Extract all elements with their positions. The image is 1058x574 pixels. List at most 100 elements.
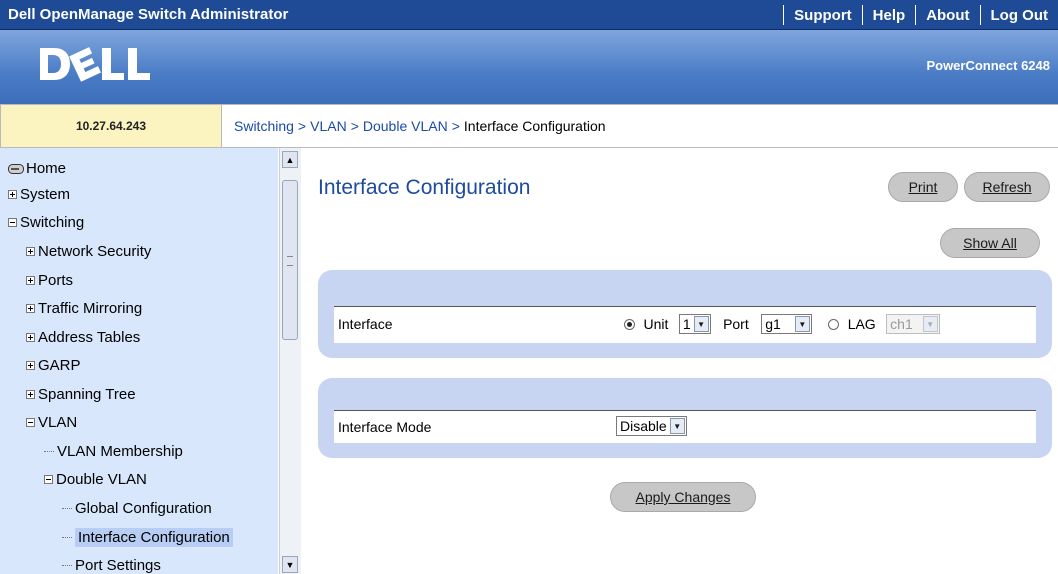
- breadcrumb-separator: >: [350, 118, 359, 134]
- lag-select[interactable]: ch1 ▼: [886, 314, 940, 334]
- collapse-icon[interactable]: [44, 475, 53, 484]
- scroll-up-button[interactable]: ▲: [282, 151, 298, 168]
- tree-item-switching[interactable]: Switching: [8, 214, 84, 231]
- chevron-down-icon: ▼: [922, 316, 938, 332]
- about-link[interactable]: About: [916, 7, 979, 24]
- tree-label: Port Settings: [75, 557, 161, 574]
- tree-item-vlan-membership[interactable]: VLAN Membership: [44, 443, 183, 460]
- breadcrumb-double-vlan[interactable]: Double VLAN: [363, 118, 448, 134]
- tree-line: [62, 537, 72, 538]
- support-link[interactable]: Support: [784, 7, 862, 24]
- port-select[interactable]: g1 ▼: [761, 314, 812, 334]
- chevron-up-icon: ▲: [285, 154, 295, 165]
- tree-label: System: [20, 186, 71, 203]
- print-button[interactable]: Print: [888, 172, 958, 202]
- scroll-thumb[interactable]: [282, 180, 298, 340]
- breadcrumb-separator: >: [297, 118, 307, 134]
- help-link[interactable]: Help: [863, 7, 916, 24]
- breadcrumb-switching[interactable]: Switching: [234, 118, 294, 134]
- tree-item-network-security[interactable]: Network Security: [26, 243, 151, 260]
- collapse-icon[interactable]: [26, 418, 35, 427]
- breadcrumb-current: Interface Configuration: [463, 118, 606, 134]
- tree-label: Switching: [20, 214, 85, 231]
- tree-label: VLAN Membership: [57, 443, 183, 460]
- chevron-down-icon: ▼: [693, 316, 709, 332]
- tree-label: Home: [26, 160, 67, 177]
- dell-logo: [40, 47, 150, 82]
- tree-item-home[interactable]: Home: [8, 160, 66, 177]
- lag-select-value: ch1: [890, 316, 913, 332]
- tree-item-port-settings[interactable]: Port Settings: [62, 557, 161, 574]
- tree-label-selected: Interface Configuration: [75, 528, 233, 547]
- drive-icon: [8, 163, 24, 174]
- port-label: Port: [723, 316, 749, 332]
- main-content: Interface Configuration Print Refresh Sh…: [302, 148, 1058, 574]
- expand-icon[interactable]: [8, 190, 17, 199]
- tree-item-ports[interactable]: Ports: [26, 272, 73, 289]
- port-select-value: g1: [765, 316, 781, 332]
- tree-item-interface-configuration[interactable]: Interface Configuration: [62, 528, 233, 547]
- expand-icon[interactable]: [26, 361, 35, 370]
- interface-mode-value: Disable: [620, 418, 667, 434]
- device-ip: 10.27.64.243: [0, 104, 222, 148]
- expand-icon[interactable]: [26, 304, 35, 313]
- tree-label: Traffic Mirroring: [38, 300, 143, 317]
- top-bar: Dell OpenManage Switch Administrator Sup…: [0, 0, 1058, 30]
- interface-label: Interface: [338, 316, 393, 332]
- breadcrumb-vlan[interactable]: VLAN: [310, 118, 347, 134]
- brand-bar: PowerConnect 6248: [0, 30, 1058, 104]
- expand-icon[interactable]: [26, 276, 35, 285]
- tree-item-traffic-mirroring[interactable]: Traffic Mirroring: [26, 300, 142, 317]
- tree-label: Global Configuration: [75, 500, 212, 517]
- unit-select-value: 1: [682, 316, 691, 332]
- chevron-down-icon: ▼: [669, 418, 685, 434]
- page-title: Interface Configuration: [318, 176, 531, 199]
- apply-changes-button[interactable]: Apply Changes: [610, 482, 756, 512]
- tree-line: [62, 565, 72, 566]
- app-title: Dell OpenManage Switch Administrator: [8, 6, 289, 23]
- interface-mode-row: Interface Mode Disable ▼: [334, 410, 1036, 443]
- tree-item-garp[interactable]: GARP: [26, 357, 81, 374]
- interface-mode-label: Interface Mode: [338, 419, 432, 435]
- tree-line: [62, 508, 72, 509]
- tree-label: VLAN: [38, 414, 78, 431]
- tree-label: Ports: [38, 272, 74, 289]
- tree-label: Spanning Tree: [38, 386, 136, 403]
- interface-row: Interface Unit 1 ▼ Port g1 ▼ LAG ch1 ▼: [334, 306, 1036, 343]
- tree-item-global-configuration[interactable]: Global Configuration: [62, 500, 212, 517]
- grip-icon: [287, 256, 293, 266]
- top-links: Support Help About Log Out: [783, 0, 1058, 30]
- interface-mode-select[interactable]: Disable ▼: [616, 416, 687, 436]
- interface-mode-panel: Interface Mode Disable ▼: [318, 378, 1052, 458]
- unit-radio[interactable]: [624, 318, 635, 330]
- tree-label: Double VLAN: [56, 471, 147, 488]
- breadcrumb-separator: >: [451, 118, 460, 134]
- lag-label: LAG: [847, 316, 876, 332]
- tree-item-system[interactable]: System: [8, 186, 70, 203]
- interface-panel: Interface Unit 1 ▼ Port g1 ▼ LAG ch1 ▼: [318, 270, 1052, 358]
- model-name: PowerConnect 6248: [926, 58, 1050, 73]
- refresh-button[interactable]: Refresh: [964, 172, 1050, 202]
- tree-item-vlan[interactable]: VLAN: [26, 414, 77, 431]
- tree-item-spanning-tree[interactable]: Spanning Tree: [26, 386, 136, 403]
- logout-link[interactable]: Log Out: [981, 7, 1058, 24]
- show-all-button[interactable]: Show All: [940, 228, 1040, 258]
- tree-label: Network Security: [38, 243, 152, 260]
- tree-label: GARP: [38, 357, 81, 374]
- breadcrumb: Switching > VLAN > Double VLAN > Interfa…: [222, 104, 1058, 148]
- unit-select[interactable]: 1 ▼: [678, 314, 711, 334]
- expand-icon[interactable]: [26, 247, 35, 256]
- tree-line: [44, 451, 54, 452]
- unit-label: Unit: [643, 316, 669, 332]
- scroll-down-button[interactable]: ▼: [282, 556, 298, 573]
- tree-item-address-tables[interactable]: Address Tables: [26, 329, 140, 346]
- expand-icon[interactable]: [26, 390, 35, 399]
- sidebar-scrollbar[interactable]: ▲ ▼: [279, 148, 301, 574]
- lag-radio[interactable]: [828, 318, 840, 330]
- collapse-icon[interactable]: [8, 218, 17, 227]
- expand-icon[interactable]: [26, 333, 35, 342]
- tree-item-double-vlan[interactable]: Double VLAN: [44, 471, 147, 488]
- interface-controls: Unit 1 ▼ Port g1 ▼ LAG ch1 ▼: [624, 314, 940, 334]
- chevron-down-icon: ▼: [285, 559, 295, 570]
- navigation-tree: Home System Switching Network Security P…: [0, 148, 278, 574]
